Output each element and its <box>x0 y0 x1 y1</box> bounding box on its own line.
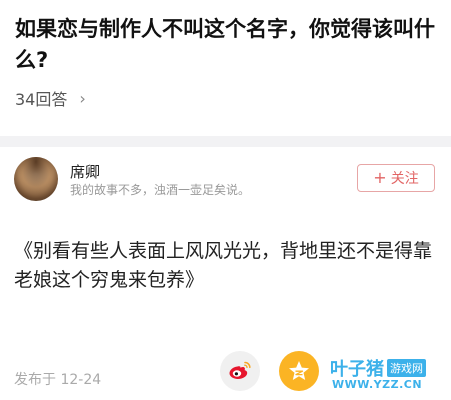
answer-count: 34回答 <box>15 90 68 109</box>
weibo-icon <box>229 361 251 379</box>
site-watermark: 叶子猪 游戏网 WWW.YZZ.CN <box>330 355 448 395</box>
post-date: 发布于 12-24 <box>14 372 102 388</box>
question-header: 如果恋与制作人不叫这个名字，你觉得该叫什么? 34回答 › <box>0 0 451 135</box>
share-qzone-button[interactable] <box>279 351 319 391</box>
watermark-badge: 游戏网 <box>387 359 426 377</box>
qzone-star-icon <box>289 361 309 380</box>
author-bio: 我的故事不多，浊酒一壶足矣说。 <box>70 183 251 197</box>
plus-icon: + <box>373 168 387 187</box>
author-name[interactable]: 席卿 <box>70 161 100 182</box>
answer-card: 席卿 我的故事不多，浊酒一壶足矣说。 + 关注 《别看有些人表面上风风光光，背地… <box>0 147 451 400</box>
section-divider <box>0 136 451 147</box>
avatar[interactable] <box>14 157 58 201</box>
follow-button[interactable]: + 关注 <box>357 164 435 192</box>
answer-count-link[interactable]: 34回答 › <box>15 86 86 110</box>
question-title: 如果恋与制作人不叫这个名字，你觉得该叫什么? <box>15 17 435 72</box>
follow-label: 关注 <box>390 171 419 187</box>
chevron-right-icon: › <box>79 88 86 108</box>
watermark-url: WWW.YZZ.CN <box>332 378 423 391</box>
answer-content: 《别看有些人表面上风风光光，背地里还不是得靠老娘这个穷鬼来包养》 <box>14 240 433 291</box>
share-weibo-button[interactable] <box>220 351 260 391</box>
